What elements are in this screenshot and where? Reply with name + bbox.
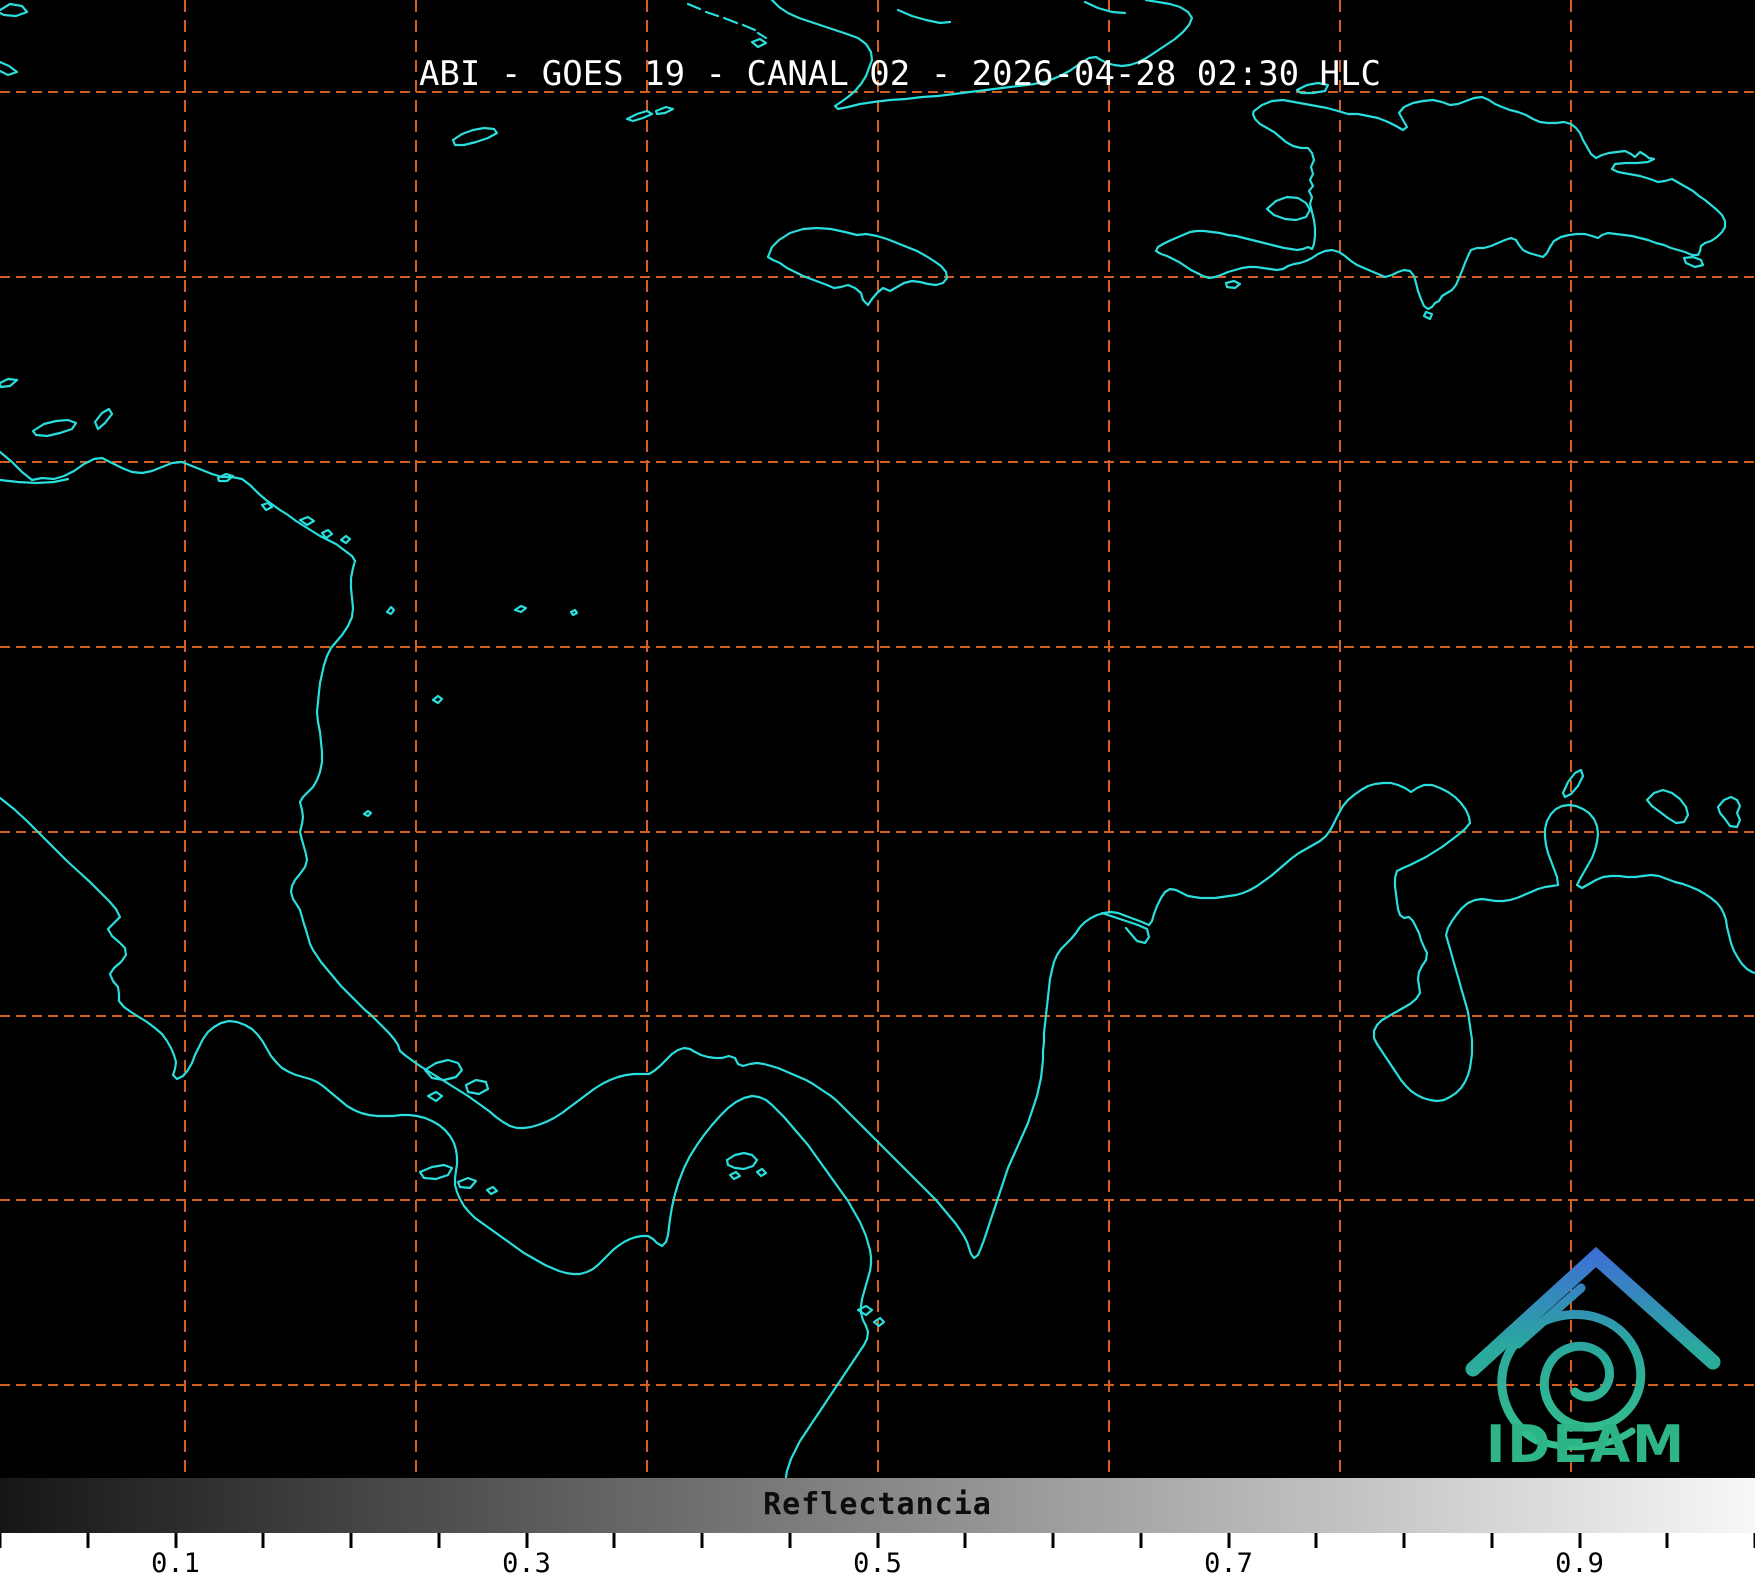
- coastline-cuba-north-piece: [898, 10, 950, 23]
- islet: [364, 811, 371, 816]
- islet: [0, 62, 17, 75]
- colorbar-tick: [1052, 1533, 1055, 1548]
- satellite-product-image: { "title": "ABI - GOES 19 - CANAL 02 - 2…: [0, 0, 1755, 1577]
- colorbar-tick: [1315, 1533, 1318, 1548]
- islet: [458, 1178, 476, 1188]
- colorbar-tick: [788, 1533, 791, 1548]
- coastline-central-america-pacific: [0, 798, 871, 1478]
- islet: [724, 18, 737, 23]
- colorbar-tick: [613, 1533, 616, 1548]
- islet: [727, 1153, 757, 1169]
- islet: [1718, 797, 1740, 827]
- islet: [515, 606, 526, 612]
- islet: [420, 1165, 452, 1179]
- colorbar-tick-label: 0.1: [151, 1548, 200, 1579]
- colorbar-tick: [350, 1533, 353, 1548]
- islet: [341, 536, 350, 543]
- islet: [0, 4, 27, 16]
- colorbar-tick-label: 0.7: [1204, 1548, 1253, 1579]
- islet: [33, 420, 76, 436]
- islet: [95, 409, 112, 429]
- colorbar-tick: [174, 1533, 177, 1548]
- islet: [387, 607, 394, 614]
- islet: [262, 503, 272, 510]
- colorbar-tick: [701, 1533, 704, 1548]
- islet: [428, 1092, 442, 1101]
- coastline-cuba-north-piece-2: [1085, 2, 1125, 13]
- islet: [1563, 770, 1583, 797]
- islet: [425, 1060, 462, 1080]
- colorbar-tick-label: 0.9: [1555, 1548, 1604, 1579]
- satellite-map: ABI - GOES 19 - CANAL 02 - 2026-04-28 02…: [0, 0, 1755, 1478]
- islet: [453, 128, 497, 145]
- colorbar-tick: [1403, 1533, 1406, 1548]
- colorbar-tick: [876, 1533, 879, 1548]
- islet: [433, 696, 442, 703]
- coastline-jamaica: [768, 228, 947, 305]
- islet: [656, 107, 673, 114]
- colorbar-tick: [1666, 1533, 1669, 1548]
- colorbar-tick: [1139, 1533, 1142, 1548]
- islet: [752, 39, 766, 47]
- islet: [1424, 312, 1432, 319]
- colorbar-label: Reflectancia: [763, 1487, 992, 1522]
- ideam-logo: IDEAM: [1473, 1257, 1713, 1475]
- islet: [757, 1169, 766, 1176]
- islet: [1647, 790, 1688, 823]
- colorbar-tick-label: 0.3: [502, 1548, 551, 1579]
- colorbar-tick: [262, 1533, 265, 1548]
- colorbar-tick: [964, 1533, 967, 1548]
- map-canvas: ABI - GOES 19 - CANAL 02 - 2026-04-28 02…: [0, 0, 1755, 1478]
- colorbar: Reflectancia: [0, 1478, 1755, 1533]
- islet: [688, 4, 700, 9]
- coastline-central-america-caribbean: [0, 452, 1755, 1258]
- islet: [571, 610, 577, 615]
- ideam-logo-text: IDEAM: [1486, 1415, 1686, 1475]
- islet: [1226, 281, 1240, 288]
- islet: [0, 379, 17, 387]
- graticule-grid: [0, 0, 1755, 1478]
- colorbar-tick: [0, 1533, 2, 1548]
- colorbar-tick: [1227, 1533, 1230, 1548]
- islet: [706, 12, 718, 16]
- colorbar-tick: [1490, 1533, 1493, 1548]
- colorbar-axis: 0.1 0.3 0.5 0.7 0.9: [0, 1533, 1755, 1577]
- colorbar-tick: [437, 1533, 440, 1548]
- islet: [487, 1187, 497, 1194]
- islet: [758, 33, 766, 38]
- islet: [730, 1172, 740, 1179]
- islet: [743, 25, 755, 30]
- islet: [627, 111, 652, 121]
- colorbar-tick: [86, 1533, 89, 1548]
- colorbar-tick: [1578, 1533, 1581, 1548]
- islet: [466, 1080, 488, 1094]
- map-title: ABI - GOES 19 - CANAL 02 - 2026-04-28 02…: [419, 54, 1381, 94]
- colorbar-tick: [525, 1533, 528, 1548]
- islet: [1684, 257, 1703, 267]
- colorbar-tick-label: 0.5: [853, 1548, 902, 1579]
- islet: [1267, 197, 1310, 220]
